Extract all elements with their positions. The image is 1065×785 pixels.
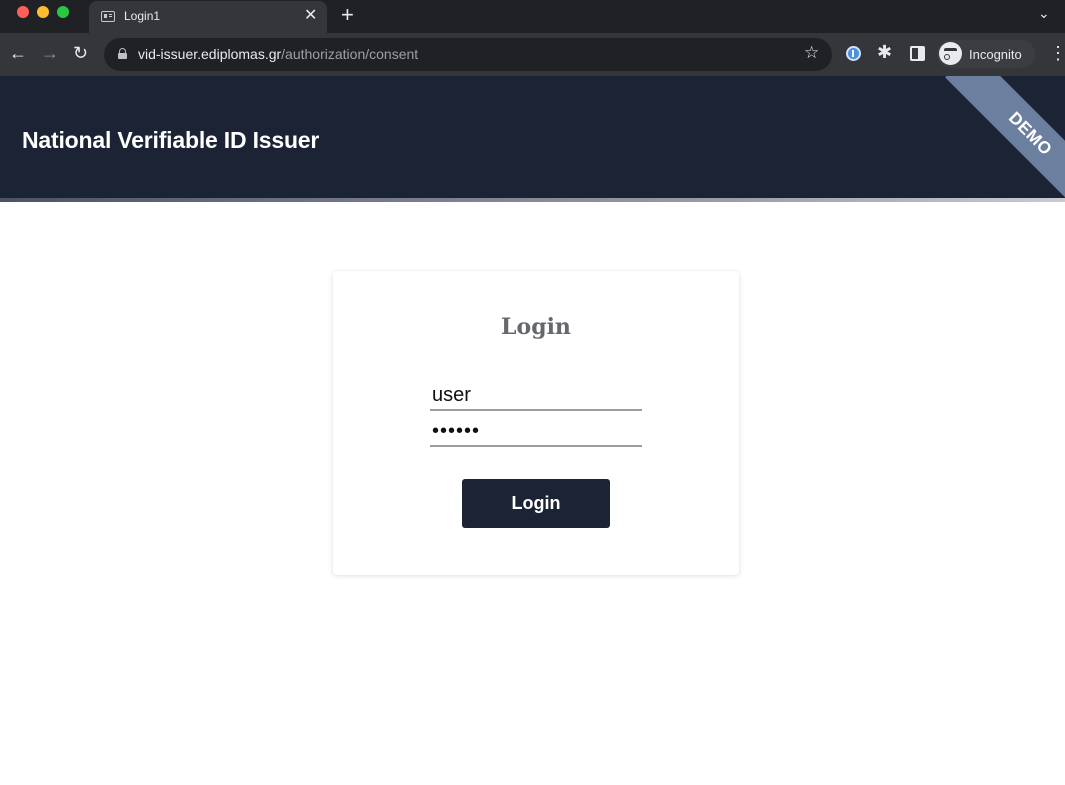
close-tab-icon[interactable]: ✕ [304, 7, 317, 25]
lock-icon[interactable] [118, 48, 127, 59]
browser-menu-icon[interactable]: ⋮ [1049, 43, 1065, 63]
side-panel-icon[interactable] [910, 46, 925, 61]
password-manager-extension-icon[interactable] [846, 46, 861, 61]
browser-tab-strip: Login1 ✕ + ⌄ [0, 0, 1065, 33]
tab-search-chevron-icon[interactable]: ⌄ [1038, 5, 1050, 22]
extensions-puzzle-icon[interactable]: ✱ [877, 42, 892, 63]
site-header: National Verifiable ID Issuer DEMO [0, 76, 1065, 198]
login-heading: Login [501, 314, 571, 340]
bookmark-star-icon[interactable]: ☆ [804, 43, 819, 63]
header-divider [0, 198, 1065, 202]
address-url[interactable]: vid-issuer.ediplomas.gr/authorization/co… [138, 46, 418, 62]
incognito-icon [939, 42, 962, 65]
new-tab-button[interactable]: + [341, 3, 354, 27]
reload-icon[interactable]: ↻ [73, 42, 88, 64]
demo-ribbon: DEMO [945, 76, 1065, 198]
window-zoom-button[interactable] [57, 6, 69, 18]
login-button[interactable]: Login [462, 479, 610, 528]
url-host: vid-issuer.ediplomas.gr [138, 46, 282, 62]
username-input[interactable] [430, 381, 642, 411]
password-input[interactable] [430, 417, 642, 447]
demo-ribbon-label: DEMO [1004, 108, 1056, 160]
incognito-label: Incognito [969, 47, 1022, 62]
tab-title: Login1 [124, 9, 161, 23]
forward-arrow-icon[interactable]: → [41, 42, 59, 64]
login-card: Login Login [333, 271, 739, 575]
window-close-button[interactable] [17, 6, 29, 18]
site-title: National Verifiable ID Issuer [22, 127, 320, 153]
incognito-profile-button[interactable]: Incognito [937, 40, 1035, 68]
address-bar[interactable]: vid-issuer.ediplomas.gr/authorization/co… [104, 38, 832, 71]
url-path: /authorization/consent [281, 46, 419, 62]
id-card-icon [101, 11, 115, 22]
back-arrow-icon[interactable]: ← [9, 42, 27, 64]
browser-tab[interactable]: Login1 ✕ [89, 1, 327, 33]
browser-toolbar: ← → ↻ vid-issuer.ediplomas.gr/authorizat… [0, 33, 1065, 76]
window-minimize-button[interactable] [37, 6, 49, 18]
